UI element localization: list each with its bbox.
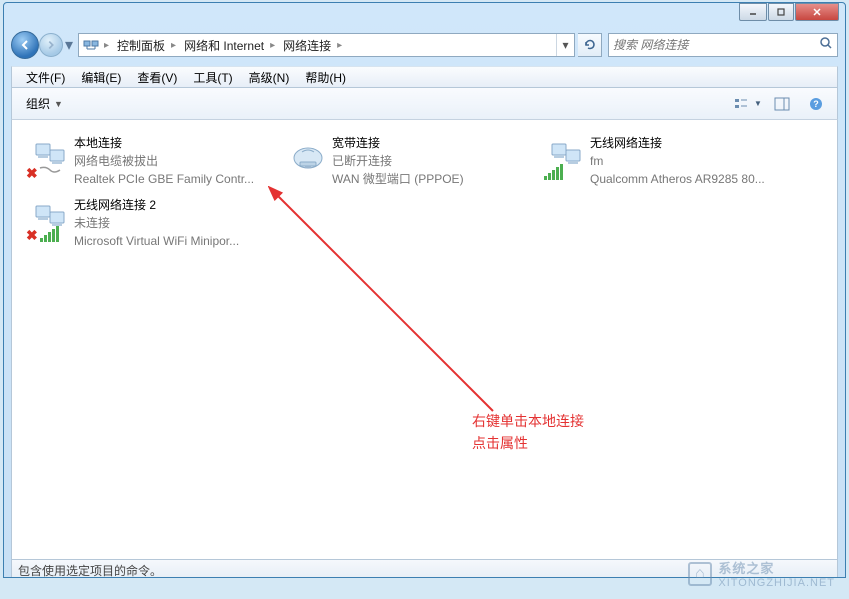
breadcrumb-network-internet[interactable]: 网络和 Internet: [178, 34, 268, 56]
connection-device: Qualcomm Atheros AR9285 80...: [590, 170, 796, 188]
watermark-logo-icon: ⌂: [688, 562, 712, 586]
signal-bars-icon: [544, 164, 563, 180]
chevron-down-icon: ▼: [54, 99, 63, 109]
breadcrumb-control-panel[interactable]: 控制面板: [111, 34, 169, 56]
address-dropdown-button[interactable]: ▾: [556, 34, 574, 56]
close-button[interactable]: [795, 3, 839, 21]
menu-file[interactable]: 文件(F): [18, 67, 73, 88]
nav-back-button[interactable]: [11, 31, 39, 59]
connection-status: 已断开连接: [332, 152, 538, 170]
refresh-icon: [583, 38, 597, 52]
connection-status: 未连接: [74, 214, 280, 232]
menubar: 文件(F) 编辑(E) 查看(V) 工具(T) 高级(N) 帮助(H): [11, 66, 838, 88]
titlebar: [4, 3, 845, 31]
address-bar[interactable]: ▸ 控制面板 ▸ 网络和 Internet ▸ 网络连接 ▸ ▾: [78, 33, 575, 57]
arrow-left-icon: [18, 38, 32, 52]
preview-pane-button[interactable]: [767, 93, 797, 115]
wifi-disconnected-icon: ✖: [26, 196, 74, 244]
connection-device: Microsoft Virtual WiFi Minipor...: [74, 232, 280, 250]
nav-buttons: ▾: [11, 31, 75, 59]
preview-icon: [774, 97, 790, 111]
menu-tools[interactable]: 工具(T): [185, 67, 240, 88]
statusbar-text: 包含使用选定项目的命令。: [18, 562, 162, 578]
breadcrumb-chevron-icon[interactable]: ▸: [335, 40, 344, 51]
search-input[interactable]: [613, 38, 819, 52]
connection-status: fm: [590, 152, 796, 170]
connection-name: 宽带连接: [332, 134, 538, 152]
svg-text:?: ?: [813, 99, 819, 109]
ethernet-disconnected-icon: ✖: [26, 134, 74, 182]
error-x-icon: ✖: [26, 227, 38, 244]
annotation-text: 右键单击本地连接 点击属性: [472, 410, 584, 454]
menu-view[interactable]: 查看(V): [129, 67, 185, 88]
connection-item-local[interactable]: ✖ 本地连接 网络电缆被拔出 Realtek PCIe GBE Family C…: [24, 130, 282, 192]
connection-name: 无线网络连接: [590, 134, 796, 152]
signal-bars-icon: [40, 226, 59, 242]
arrow-right-icon: [45, 39, 57, 51]
search-icon[interactable]: [819, 36, 833, 55]
connection-device: WAN 微型端口 (PPPOE): [332, 170, 538, 188]
organize-label: 组织: [26, 95, 50, 112]
watermark-url: XITONGZHIJIA.NET: [718, 577, 835, 589]
connections-list: ✖ 本地连接 网络电缆被拔出 Realtek PCIe GBE Family C…: [24, 130, 825, 254]
breadcrumb-network-connections[interactable]: 网络连接: [277, 34, 335, 56]
view-icon: [734, 97, 752, 111]
search-box[interactable]: [608, 33, 838, 57]
connection-item-wifi2[interactable]: ✖ 无线网络连接 2 未连接 Microsoft Virtual WiFi Mi…: [24, 192, 282, 254]
help-icon: ?: [809, 97, 823, 111]
connection-name: 无线网络连接 2: [74, 196, 280, 214]
watermark-brand: 系统之家: [718, 558, 835, 577]
annotation-line2: 点击属性: [472, 432, 584, 454]
breadcrumb-chevron-icon[interactable]: ▸: [102, 40, 111, 51]
menu-help[interactable]: 帮助(H): [297, 67, 354, 88]
address-bar-row: ▾ ▸ 控制面板 ▸ 网络和 Internet ▸ 网络连接 ▸ ▾: [11, 31, 838, 59]
menu-edit[interactable]: 编辑(E): [73, 67, 129, 88]
wifi-connected-icon: [542, 134, 590, 182]
toolbar: 组织 ▼ ▼ ?: [11, 88, 838, 120]
nav-forward-button[interactable]: [39, 33, 63, 57]
explorer-window: ▾ ▸ 控制面板 ▸ 网络和 Internet ▸ 网络连接 ▸ ▾: [3, 2, 846, 578]
breadcrumb-chevron-icon[interactable]: ▸: [268, 40, 277, 51]
breadcrumb-chevron-icon[interactable]: ▸: [169, 40, 178, 51]
nav-history-dropdown[interactable]: ▾: [63, 35, 75, 55]
connection-device: Realtek PCIe GBE Family Contr...: [74, 170, 280, 188]
annotation-line1: 右键单击本地连接: [472, 410, 584, 432]
menu-advanced[interactable]: 高级(N): [241, 67, 298, 88]
content-area: ✖ 本地连接 网络电缆被拔出 Realtek PCIe GBE Family C…: [11, 120, 838, 560]
view-mode-button[interactable]: ▼: [733, 93, 763, 115]
maximize-button[interactable]: [768, 3, 794, 21]
minimize-button[interactable]: [739, 3, 767, 21]
connection-item-broadband[interactable]: 宽带连接 已断开连接 WAN 微型端口 (PPPOE): [282, 130, 540, 192]
organize-button[interactable]: 组织 ▼: [18, 92, 71, 115]
help-button[interactable]: ?: [801, 93, 831, 115]
watermark: ⌂ 系统之家 XITONGZHIJIA.NET: [688, 558, 835, 589]
error-x-icon: ✖: [26, 165, 38, 182]
connection-item-wifi[interactable]: 无线网络连接 fm Qualcomm Atheros AR9285 80...: [540, 130, 798, 192]
refresh-button[interactable]: [578, 33, 602, 57]
wan-icon: [284, 134, 332, 182]
network-connections-icon: [82, 37, 100, 53]
connection-name: 本地连接: [74, 134, 280, 152]
connection-status: 网络电缆被拔出: [74, 152, 280, 170]
